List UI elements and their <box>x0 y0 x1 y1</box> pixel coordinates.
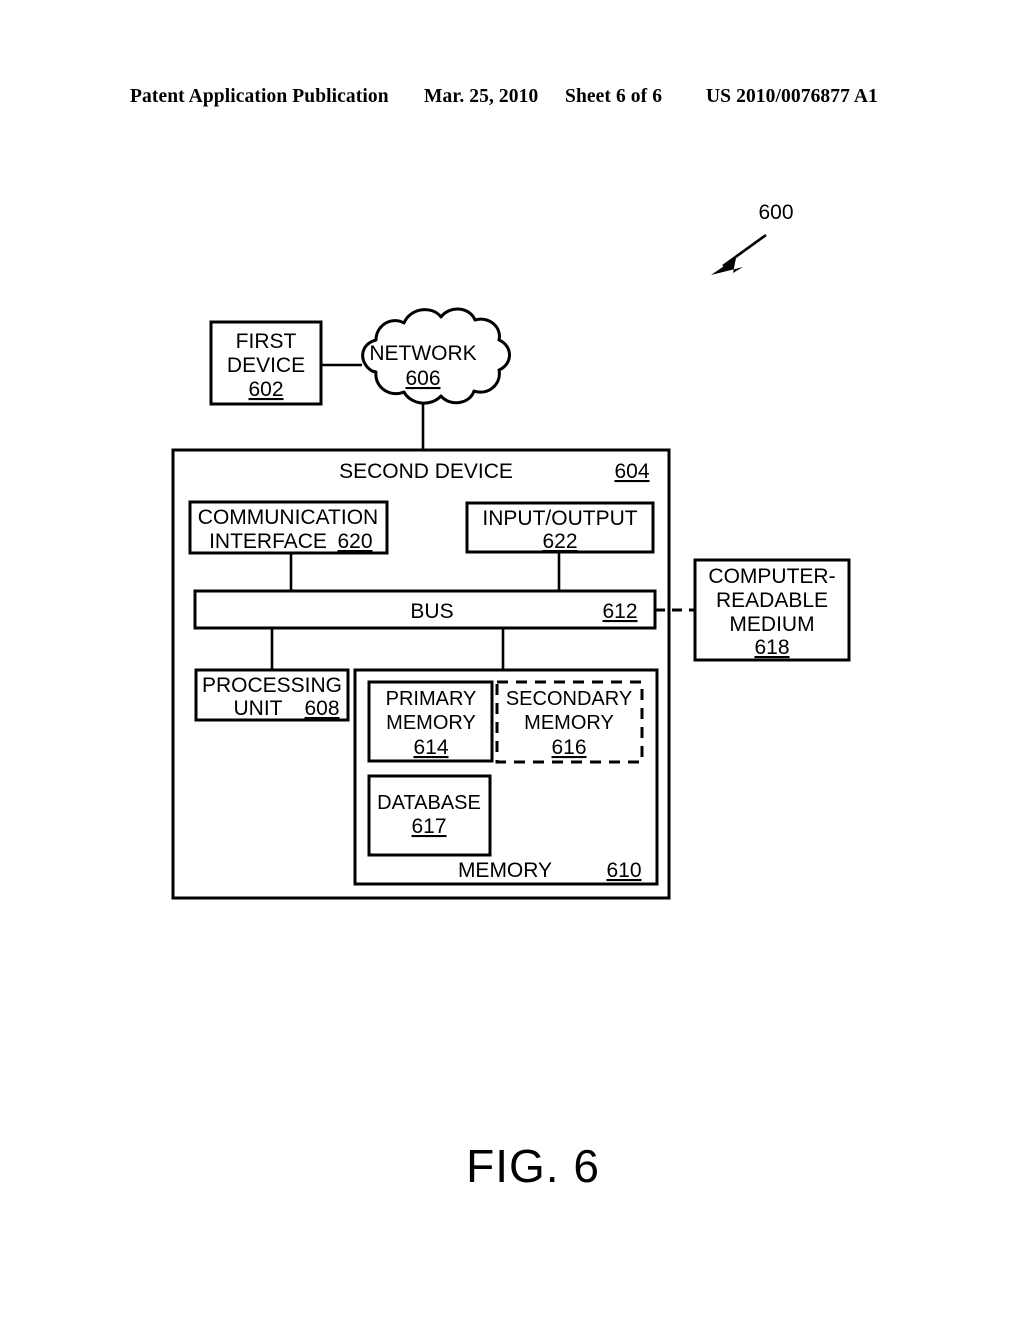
input-output-reference: 622 <box>542 530 577 553</box>
patent-figure-6: 600 FIRST DEVICE 602 NETWORK 606 SECOND … <box>171 201 851 1192</box>
computer-readable-medium-label-line1: COMPUTER- <box>708 565 835 588</box>
primary-memory-label-line2: MEMORY <box>386 712 476 734</box>
network-node: NETWORK 606 <box>361 307 511 405</box>
input-output-node: INPUT/OUTPUT 622 <box>465 501 655 554</box>
primary-memory-label-line1: PRIMARY <box>386 688 477 710</box>
second-device-reference: 604 <box>614 460 649 483</box>
database-reference: 617 <box>411 815 446 838</box>
communication-interface-reference: 620 <box>337 530 372 553</box>
second-device-label: SECOND DEVICE <box>339 460 513 483</box>
network-label: NETWORK <box>369 342 476 365</box>
secondary-memory-reference: 616 <box>551 736 586 759</box>
network-reference: 606 <box>405 367 440 390</box>
processing-unit-label-line2: UNIT <box>234 697 283 720</box>
first-device-node: FIRST DEVICE 602 <box>209 320 323 406</box>
system-lead-arrow <box>711 233 767 275</box>
computer-readable-medium-reference: 618 <box>754 636 789 659</box>
figure-caption: FIG. 6 <box>466 1140 600 1192</box>
communication-interface-label-line2: INTERFACE <box>209 530 327 553</box>
processing-unit-node: PROCESSING UNIT 608 <box>194 668 350 722</box>
computer-readable-medium-node: COMPUTER- READABLE MEDIUM 618 <box>693 558 851 662</box>
bus-reference: 612 <box>602 600 637 623</box>
computer-readable-medium-label-line3: MEDIUM <box>729 613 814 636</box>
bus-node: BUS 612 <box>193 589 657 630</box>
secondary-memory-label-line2: MEMORY <box>524 712 614 734</box>
memory-label: MEMORY <box>458 859 552 882</box>
primary-memory-reference: 614 <box>413 736 448 759</box>
input-output-label: INPUT/OUTPUT <box>482 507 637 530</box>
bus-label: BUS <box>410 600 453 623</box>
secondary-memory-label-line1: SECONDARY <box>506 688 632 710</box>
first-device-reference: 602 <box>248 378 283 401</box>
communication-interface-node: COMMUNICATION INTERFACE 620 <box>188 500 389 555</box>
memory-reference: 610 <box>606 859 641 882</box>
computer-readable-medium-label-line2: READABLE <box>716 589 828 612</box>
processing-unit-label-line1: PROCESSING <box>202 674 342 697</box>
communication-interface-label-line1: COMMUNICATION <box>198 506 378 529</box>
database-node: DATABASE 617 <box>367 774 492 857</box>
system-reference-label: 600 <box>758 201 793 224</box>
first-device-label-line1: FIRST <box>236 330 297 353</box>
processing-unit-reference: 608 <box>304 697 339 720</box>
first-device-label-line2: DEVICE <box>227 354 305 377</box>
primary-memory-node: PRIMARY MEMORY 614 <box>367 680 494 763</box>
database-label: DATABASE <box>377 792 481 814</box>
